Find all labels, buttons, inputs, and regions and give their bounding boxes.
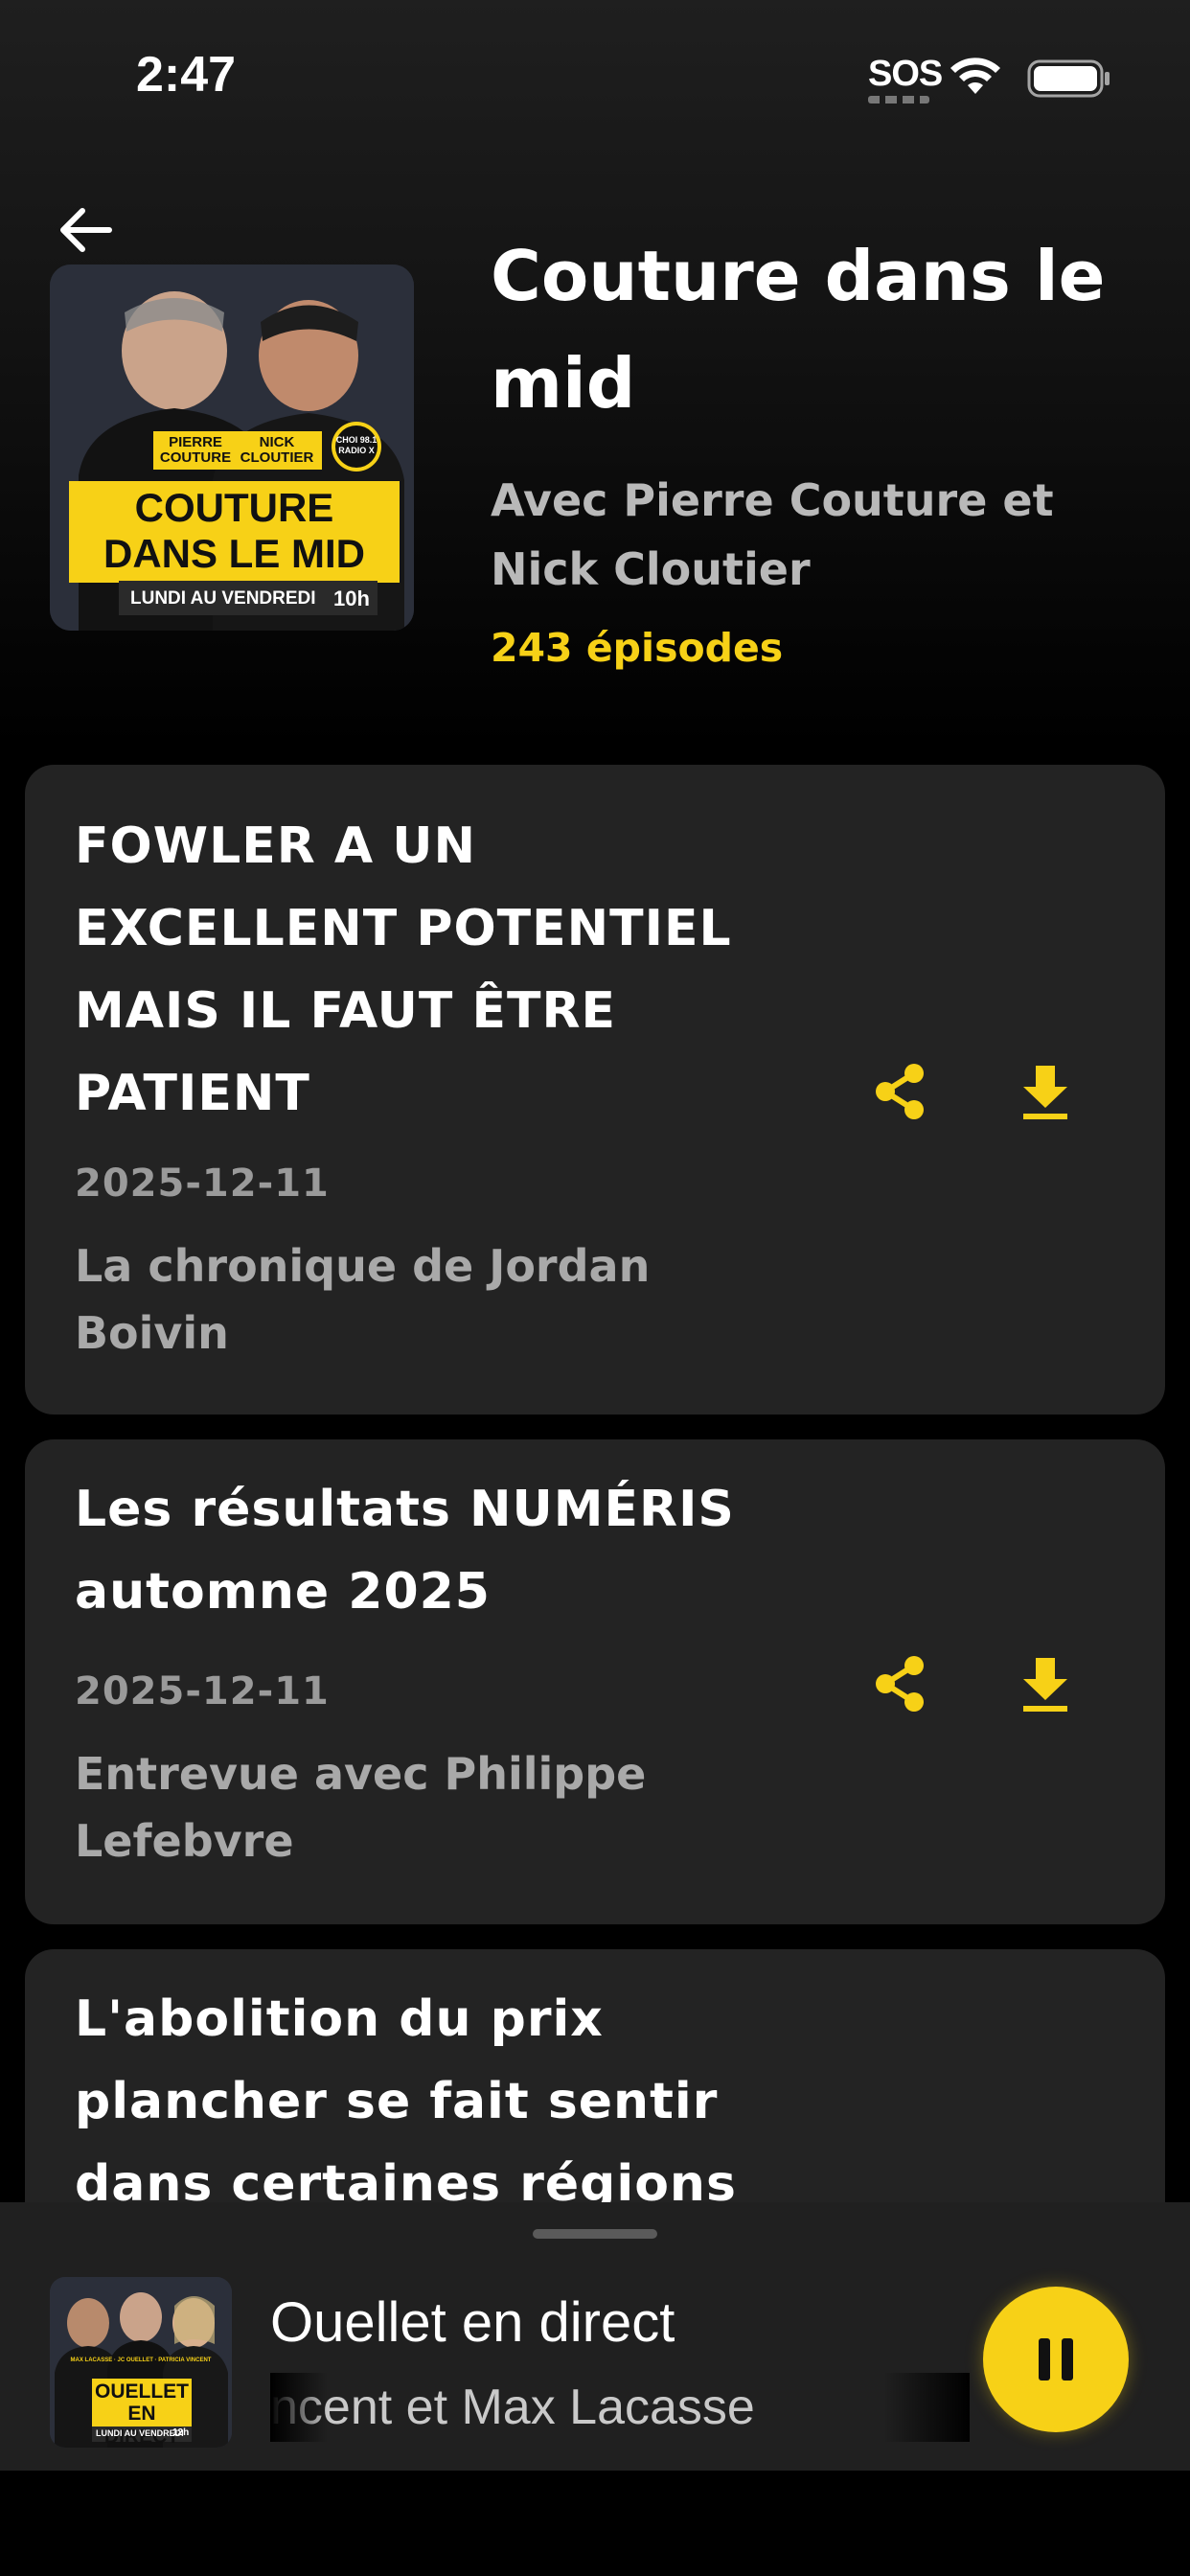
share-button[interactable] [866,1650,933,1717]
episode-title: L'abolition du prix plancher se fait sen… [75,1990,737,2213]
share-icon [876,1064,924,1119]
cover-host2: NICK CLOUTIER [240,434,314,466]
cover-host1: PIERRE COUTURE [159,434,232,466]
share-icon [876,1656,924,1712]
episode-description: La chronique de Jordan Boivin [75,1240,651,1359]
drag-handle[interactable] [533,2229,657,2239]
episode-card[interactable]: Les résultats NUMÉRIS automne 2025 2025-… [25,1439,1165,1924]
mini-player[interactable]: MAX LACASSE · JC OUELLET · PATRICIA VINC… [0,2202,1190,2471]
mini-cover-schedule: LUNDI AU VENDREDI [96,2428,184,2438]
cover-time: 10h [333,586,370,610]
mini-cover-line2: EN DIRECT [103,2403,180,2448]
now-playing-cover-art: MAX LACASSE · JC OUELLET · PATRICIA VINC… [50,2277,232,2448]
podcast-cover-art: PIERRE COUTURE NICK CLOUTIER CHOI 98.1 R… [50,264,414,631]
episode-title: FOWLER A UN EXCELLENT POTENTIEL MAIS IL … [75,817,732,1122]
episode-count: 243 épisodes [491,625,784,671]
pause-button[interactable] [983,2287,1129,2432]
page-title: Couture dans le mid [491,236,1106,424]
home-indicator-area [0,2471,1190,2576]
now-playing-subtitle-marquee: ncent et Max Lacasse [270,2373,970,2442]
episode-card[interactable]: FOWLER A UN EXCELLENT POTENTIEL MAIS IL … [25,765,1165,1414]
back-button[interactable] [56,199,117,261]
status-bar: 2:47 SOS [0,0,1190,153]
wifi-icon [950,58,1000,94]
cover-schedule: LUNDI AU VENDREDI [130,588,316,609]
now-playing-title: Ouellet en direct [270,2291,675,2354]
pause-icon [1039,2338,1073,2380]
episode-title: Les résultats NUMÉRIS automne 2025 [75,1481,735,1621]
battery-icon [1027,59,1110,98]
cover-logo: CHOI 98.1 RADIO X [335,435,378,455]
mini-cover-names: MAX LACASSE · JC OUELLET · PATRICIA VINC… [70,2358,212,2363]
cover-show-line2: DANS LE MID [103,531,365,576]
marquee-fade-right [883,2373,970,2442]
download-button[interactable] [1012,1058,1079,1125]
show-hosts: Avec Pierre Couture et Nick Cloutier [491,474,1054,595]
cover-show-line1: COUTURE [134,485,334,530]
now-playing-subtitle: ncent et Max Lacasse [270,2380,755,2435]
download-icon [1023,1066,1067,1119]
marquee-fade-left [270,2373,328,2442]
signal-dots [868,96,929,104]
download-icon [1023,1658,1067,1712]
status-time: 2:47 [136,47,237,103]
download-button[interactable] [1012,1650,1079,1717]
episode-description: Entrevue avec Philippe Lefebvre [75,1748,647,1867]
sos-indicator: SOS [868,54,943,94]
mini-cover-time: 12h [172,2427,190,2438]
mini-cover-line1: OUELLET [95,2380,189,2403]
arrow-left-icon [60,208,112,252]
episode-date: 2025-12-11 [75,1162,330,1206]
share-button[interactable] [866,1058,933,1125]
episode-date: 2025-12-11 [75,1669,330,1714]
